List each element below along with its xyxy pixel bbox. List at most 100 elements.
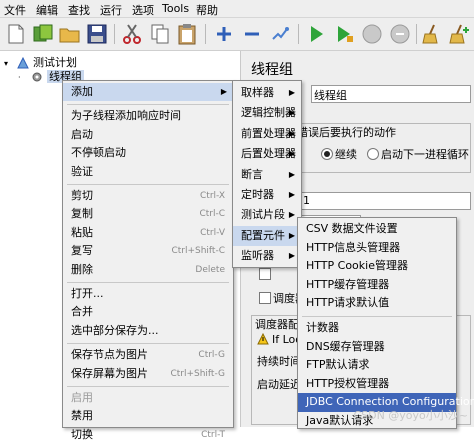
name-input[interactable]: 线程组 bbox=[311, 85, 471, 103]
menu-item-label: HTTP Cookie管理器 bbox=[306, 259, 408, 273]
menu-item[interactable]: 切换 Ctrl-T bbox=[63, 426, 233, 444]
thread-count-input[interactable]: 1 bbox=[299, 192, 471, 210]
start-icon[interactable] bbox=[304, 22, 328, 46]
menu-item-label: HTTP请求默认值 bbox=[306, 296, 390, 310]
menu-item[interactable]: 删除 Delete bbox=[63, 261, 233, 279]
menu-item[interactable]: 打开... bbox=[63, 285, 233, 303]
clear-broom-icon[interactable] bbox=[420, 22, 444, 46]
menu-item[interactable]: 定时器 ▶ bbox=[233, 185, 301, 205]
menu-item[interactable]: HTTP授权管理器 bbox=[298, 375, 456, 394]
menu-item[interactable]: 监听器 ▶ bbox=[233, 246, 301, 266]
menu-item-label: 保存屏幕为图片 bbox=[71, 366, 148, 380]
menu-item[interactable]: 复制 Ctrl-C bbox=[63, 205, 233, 223]
duration-label: 持续时间 bbox=[257, 355, 301, 368]
menu-item[interactable]: DNS缓存管理器 bbox=[298, 338, 456, 357]
menu-item[interactable]: FTP默认请求 bbox=[298, 356, 456, 375]
menu-item-label: 复写 bbox=[71, 244, 93, 258]
menu-tools[interactable]: Tools bbox=[162, 2, 189, 15]
menu-item-shortcut: Ctrl-T bbox=[201, 429, 225, 440]
submenu-arrow-icon: ▶ bbox=[288, 190, 295, 199]
warning-icon bbox=[257, 332, 269, 348]
menu-search[interactable]: 查找 bbox=[68, 2, 90, 18]
toggle-icon[interactable] bbox=[268, 22, 292, 46]
menu-item[interactable]: 剪切 Ctrl-X bbox=[63, 187, 233, 205]
menu-help[interactable]: 帮助 bbox=[196, 2, 218, 18]
menu-item-label: 前置处理器 bbox=[241, 126, 296, 140]
tree-toggle-icon[interactable]: ▾ bbox=[4, 59, 12, 68]
copy-icon[interactable] bbox=[148, 22, 172, 46]
submenu-arrow-icon: ▶ bbox=[288, 88, 295, 97]
toolbar-separator bbox=[298, 24, 299, 44]
submenu-arrow-icon: ▶ bbox=[288, 230, 295, 240]
menu-item-label: 保存节点为图片 bbox=[71, 348, 148, 362]
cut-icon[interactable] bbox=[120, 22, 144, 46]
templates-icon[interactable] bbox=[31, 22, 55, 46]
add-submenu: 取样器 ▶ 逻辑控制器 ▶ 前置处理器 ▶ 后置处理器 ▶ 断言 ▶ 定时器 ▶ 测试片段 ▶ 配置元件 ▶ 监… bbox=[232, 80, 302, 268]
menu-item[interactable]: HTTP Cookie管理器 bbox=[298, 257, 456, 276]
menu-file[interactable]: 文件 bbox=[4, 2, 26, 18]
menu-item[interactable]: HTTP缓存管理器 bbox=[298, 276, 456, 295]
menu-item-label: 禁用 bbox=[71, 409, 93, 423]
shutdown-icon[interactable] bbox=[388, 22, 412, 46]
menu-item[interactable]: 保存节点为图片 Ctrl-G bbox=[63, 346, 233, 364]
radio-next-loop-label: 启动下一进程循环 bbox=[381, 148, 469, 161]
radio-continue-label: 继续 bbox=[335, 148, 357, 161]
error-action-label: 错误后要执行的动作 bbox=[297, 126, 396, 139]
menu-item[interactable]: 合并 bbox=[63, 303, 233, 321]
menu-item[interactable]: HTTP信息头管理器 bbox=[298, 239, 456, 258]
menu-item[interactable]: 验证 bbox=[63, 163, 233, 181]
radio-continue[interactable] bbox=[321, 148, 333, 160]
menu-item-label: 监听器 bbox=[241, 249, 274, 263]
menu-item[interactable]: 启动 bbox=[63, 126, 233, 144]
submenu-arrow-icon: ▶ bbox=[288, 169, 295, 179]
menu-item-label: 添加 bbox=[71, 85, 93, 98]
radio-next-loop[interactable] bbox=[367, 148, 379, 160]
thread-count-value: 1 bbox=[303, 194, 310, 207]
menu-item[interactable]: 逻辑控制器 ▶ bbox=[233, 103, 301, 123]
save-icon[interactable] bbox=[85, 22, 109, 46]
menu-item[interactable]: 禁用 bbox=[63, 407, 233, 425]
tree-toggle-icon[interactable]: · bbox=[18, 73, 26, 82]
menu-item-label: HTTP授权管理器 bbox=[306, 376, 390, 390]
scheduler-config-label: 调度器配 bbox=[255, 318, 299, 331]
menu-item[interactable]: 启用 bbox=[63, 389, 233, 407]
menu-item-label: 启用 bbox=[71, 391, 93, 404]
menu-item-label: 启动 bbox=[71, 127, 93, 141]
menu-item-shortcut: Ctrl-X bbox=[200, 191, 225, 201]
stop-icon[interactable] bbox=[360, 22, 384, 46]
menu-item[interactable]: 前置处理器 ▶ bbox=[233, 124, 301, 144]
start-no-pause-icon[interactable] bbox=[332, 22, 356, 46]
menu-item[interactable]: 配置元件 ▶ bbox=[233, 225, 301, 247]
menu-item[interactable]: 粘贴 Ctrl-V bbox=[63, 224, 233, 242]
menu-item[interactable]: 后置处理器 ▶ bbox=[233, 144, 301, 164]
menu-item[interactable]: 保存屏幕为图片 Ctrl+Shift-G bbox=[63, 365, 233, 383]
menu-item[interactable]: 选中部分保存为... bbox=[63, 322, 233, 340]
submenu-arrow-icon: ▶ bbox=[288, 108, 295, 118]
menu-item[interactable]: 测试片段 ▶ bbox=[233, 205, 301, 225]
expand-plus-icon[interactable] bbox=[212, 22, 236, 46]
menu-item[interactable]: 为子线程添加响应时间 bbox=[63, 107, 233, 125]
paste-icon[interactable] bbox=[175, 22, 199, 46]
menu-item[interactable]: 添加 ▶ bbox=[63, 83, 233, 102]
menu-item[interactable]: 断言 ▶ bbox=[233, 165, 301, 185]
menu-item[interactable]: 不停顿启动 bbox=[63, 144, 233, 162]
menu-run[interactable]: 运行 bbox=[100, 2, 122, 18]
menu-item[interactable]: CSV 数据文件设置 bbox=[298, 220, 456, 239]
menu-edit[interactable]: 编辑 bbox=[36, 2, 58, 18]
checkbox-1[interactable] bbox=[259, 268, 271, 280]
menu-item[interactable]: 复写 Ctrl+Shift-C bbox=[63, 242, 233, 260]
menu-item[interactable]: 计数器 bbox=[298, 319, 456, 338]
menu-item-label: CSV 数据文件设置 bbox=[306, 222, 398, 235]
open-folder-icon[interactable] bbox=[58, 22, 82, 46]
menu-item[interactable]: HTTP请求默认值 bbox=[298, 294, 456, 313]
menu-item-label: 复制 bbox=[71, 207, 93, 221]
menu-item[interactable]: 取样器 ▶ bbox=[233, 83, 301, 103]
menu-item-label: 切换 bbox=[71, 427, 93, 441]
new-file-icon[interactable] bbox=[4, 22, 28, 46]
collapse-minus-icon[interactable] bbox=[240, 22, 264, 46]
menu-item-label: 为子线程添加响应时间 bbox=[71, 109, 181, 123]
startup-delay-label: 启动延迟 bbox=[257, 378, 301, 391]
clear-all-broom-icon[interactable] bbox=[447, 22, 471, 46]
menu-options[interactable]: 选项 bbox=[132, 2, 154, 18]
scheduler-checkbox[interactable] bbox=[259, 292, 271, 304]
